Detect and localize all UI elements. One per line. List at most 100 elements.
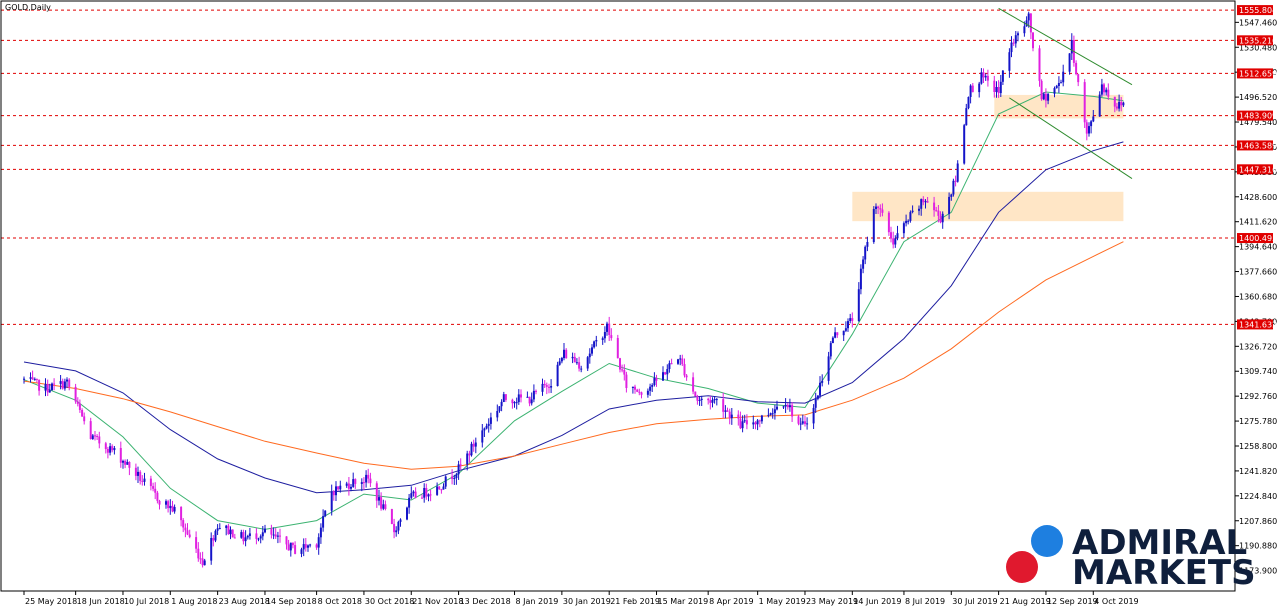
candle-body-114 [365, 474, 368, 483]
candle-body-242 [752, 422, 755, 425]
candle-body-119 [380, 497, 383, 509]
candle-body-116 [369, 478, 372, 484]
candle-body-324 [997, 87, 1000, 94]
candle-body-34 [124, 460, 127, 465]
candle-body-38 [137, 471, 139, 476]
candle-body-101 [324, 510, 327, 517]
candle-body-259 [801, 421, 804, 424]
candle-body-17 [74, 386, 77, 402]
y-tick-label-9: 1411.620 [1239, 218, 1277, 227]
x-tick-label-19: 8 Jul 2019 [905, 597, 945, 606]
candle-body-196 [610, 335, 613, 339]
candle-body-62 [210, 538, 213, 561]
candle-body-225 [698, 400, 701, 401]
candle-body-362 [1113, 96, 1116, 107]
candle-body-107 [345, 483, 348, 486]
candle-body-364 [1118, 102, 1121, 109]
candle-body-255 [788, 405, 791, 408]
candle-body-189 [591, 347, 593, 354]
candle-body-187 [586, 357, 589, 369]
candle-body-294 [907, 220, 910, 222]
candle-body-313 [965, 108, 968, 126]
candle-body-275 [849, 318, 852, 321]
candle-body-88 [287, 544, 290, 551]
candle-body-197 [616, 338, 619, 359]
logo-red-dot [1006, 551, 1038, 583]
candle-body-24 [94, 435, 96, 437]
candle-body-357 [1098, 94, 1101, 117]
candle-body-209 [651, 385, 654, 387]
candle-body-280 [864, 246, 867, 260]
candle-body-150 [472, 443, 475, 447]
y-tick-label-1: 1547.460 [1239, 18, 1277, 27]
candle-body-49 [169, 505, 172, 509]
zone-2 [852, 191, 1124, 222]
candle-body-21 [83, 416, 86, 422]
candle-body-23 [91, 435, 94, 439]
candle-body-239 [741, 421, 744, 429]
candle-body-98 [317, 537, 320, 548]
candle-body-118 [378, 497, 380, 501]
candle-body-199 [621, 369, 624, 371]
candle-body-83 [272, 534, 275, 536]
candle-body-327 [1008, 52, 1011, 71]
candle-body-303 [935, 210, 938, 212]
candle-body-45 [156, 492, 159, 501]
candle-body-55 [186, 530, 189, 535]
candle-body-36 [128, 462, 131, 468]
candle-body-180 [563, 349, 565, 359]
candle-body-351 [1077, 74, 1080, 83]
candle-body-162 [511, 399, 514, 404]
level-label-1: 1555.804 [1239, 6, 1277, 15]
y-tick-label-8: 1428.600 [1239, 193, 1277, 202]
candle-body-284 [877, 206, 880, 209]
candle-body-274 [847, 321, 849, 329]
candle-body-79 [259, 536, 262, 539]
candle-body-163 [513, 402, 516, 404]
candle-body-12 [59, 381, 62, 384]
candle-body-165 [517, 394, 520, 403]
candle-body-198 [619, 358, 621, 370]
candle-body-57 [195, 537, 198, 549]
candle-body-297 [918, 208, 920, 211]
candle-body-226 [700, 398, 703, 400]
x-tick-label-20: 30 Jul 2019 [952, 597, 997, 606]
y-axis: 1547.4601530.4801513.5001496.5201479.540… [1235, 18, 1277, 576]
y-tick-label-11: 1377.660 [1239, 268, 1277, 277]
candle-body-124 [395, 530, 398, 533]
candle-body-279 [862, 259, 865, 269]
candle-body-169 [530, 399, 533, 404]
candle-body-344 [1057, 83, 1060, 86]
candle-body-56 [188, 534, 191, 538]
candle-body-366 [1122, 102, 1125, 106]
candle-body-337 [1038, 48, 1041, 81]
y-tick-label-18: 1258.800 [1239, 442, 1277, 451]
candle-body-25 [96, 436, 99, 437]
candle-body-99 [319, 527, 322, 538]
candle-body-355 [1090, 121, 1093, 127]
x-tick-label-5: 23 Aug 2018 [219, 597, 270, 606]
candle-body-148 [468, 453, 471, 456]
candle-body-321 [986, 75, 989, 81]
candle-body-325 [999, 81, 1002, 94]
candle-body-223 [694, 391, 697, 397]
logo-line-2: MARKETS [1072, 553, 1256, 593]
candle-body-290 [894, 238, 897, 245]
candle-body-19 [78, 403, 81, 410]
candle-body-268 [829, 343, 832, 357]
candle-body-287 [887, 212, 890, 233]
candle-body-29 [109, 446, 112, 453]
candle-body-322 [993, 80, 996, 92]
candle-body-69 [229, 529, 232, 535]
candle-body-166 [520, 394, 522, 398]
x-tick-label-12: 30 Jan 2019 [563, 597, 611, 606]
candle-body-147 [466, 453, 469, 465]
candle-body-195 [608, 323, 611, 335]
candle-body-315 [969, 85, 972, 97]
candle-body-340 [1044, 93, 1047, 101]
candle-body-37 [134, 467, 137, 476]
candle-body-63 [212, 538, 215, 541]
candle-body-248 [769, 413, 772, 415]
candle-body-278 [859, 268, 862, 290]
candle-body-228 [709, 400, 712, 403]
